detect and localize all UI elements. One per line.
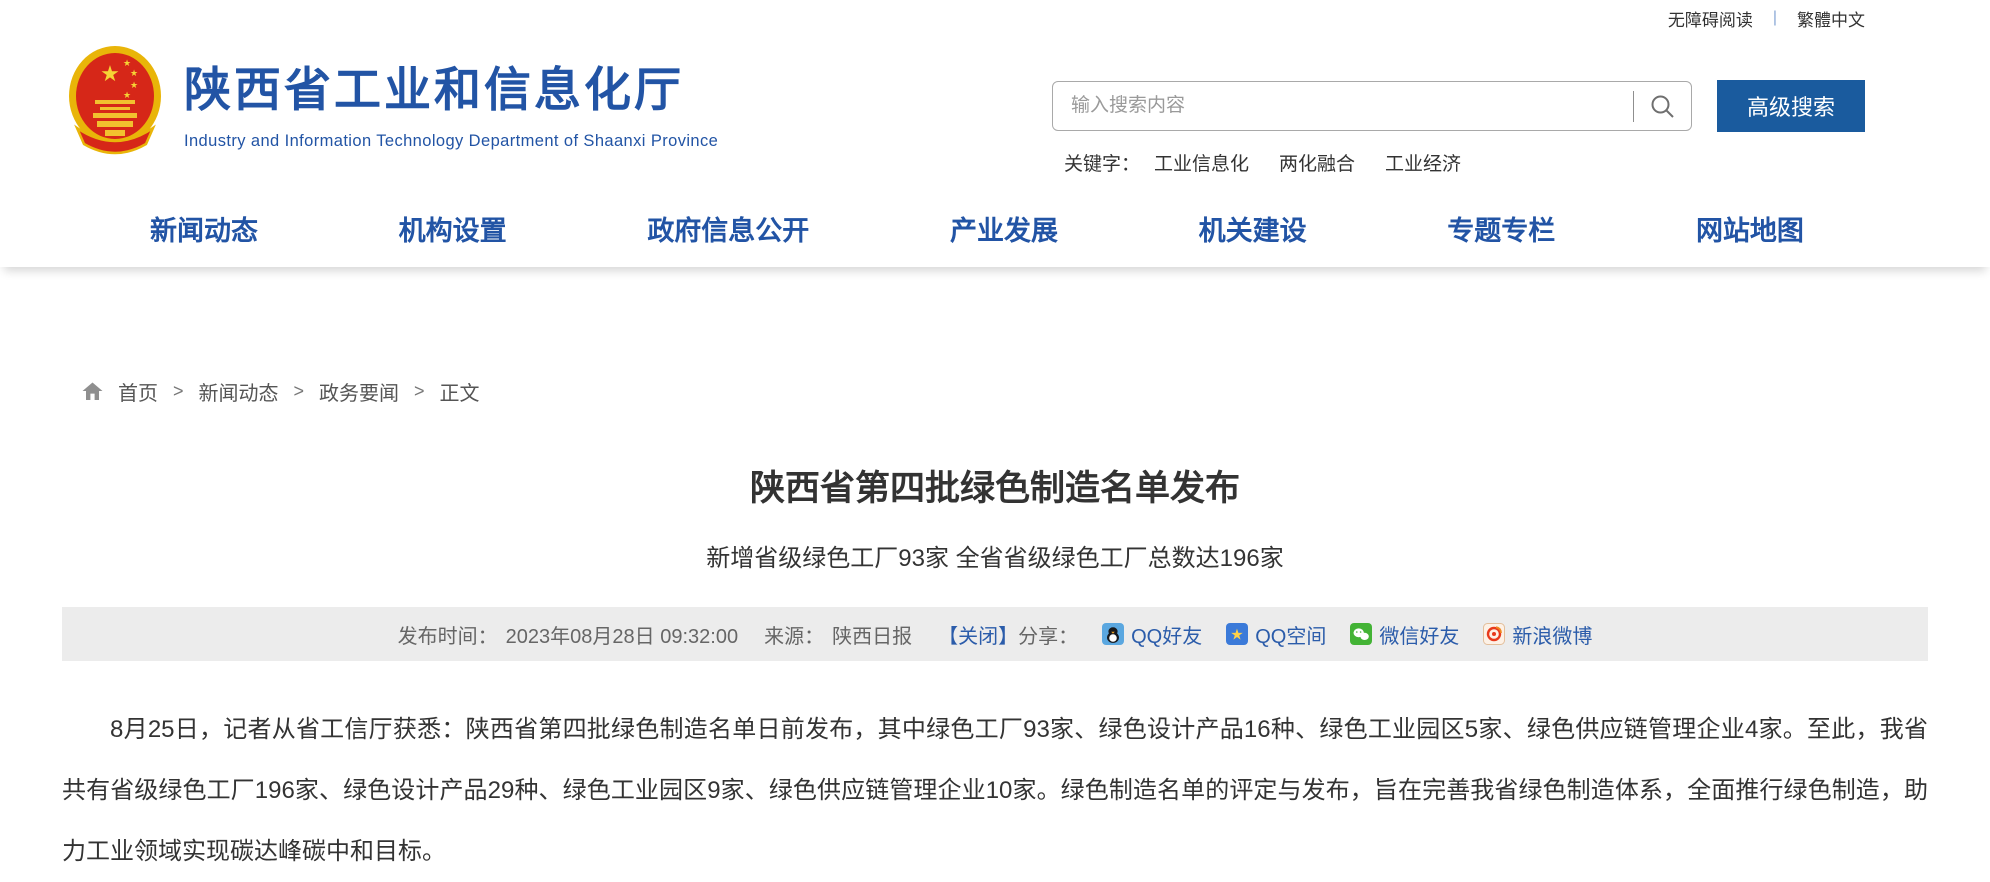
source-label: 来源： [764, 620, 824, 649]
home-icon [82, 382, 103, 401]
nav-item-sitemap[interactable]: 网站地图 [1696, 209, 1804, 248]
search-input[interactable] [1071, 83, 1626, 129]
svg-text:★: ★ [130, 80, 138, 90]
article-page: 首页 > 新闻动态 > 政务要闻 > 正文 陕西省第四批绿色制造名单发布 新增省… [0, 377, 1990, 882]
qzone-icon: ★ [1226, 623, 1248, 645]
weibo-icon [1483, 623, 1505, 645]
breadcrumb-home[interactable]: 首页 [118, 377, 158, 406]
nav-item-organization[interactable]: 机构设置 [399, 209, 507, 248]
search-divider [1633, 91, 1634, 122]
svg-text:★: ★ [123, 58, 131, 68]
nav-item-agency[interactable]: 机关建设 [1199, 209, 1307, 248]
site-header: ★ ★ ★ ★ ★ 陕西省工业和信息化厅 Industry and Inform… [0, 36, 1990, 180]
advanced-search-button[interactable]: 高级搜索 [1717, 80, 1865, 132]
keyword-link[interactable]: 工业经济 [1385, 149, 1461, 176]
keywords-label: 关键字： [1064, 149, 1140, 176]
svg-text:★: ★ [100, 61, 120, 86]
breadcrumb-gov-news[interactable]: 政务要闻 [319, 377, 399, 406]
main-nav: 新闻动态 机构设置 政府信息公开 产业发展 机关建设 专题专栏 网站地图 [0, 192, 1990, 267]
share-qzone[interactable]: ★ QQ空间 [1226, 620, 1326, 649]
share-weibo[interactable]: 新浪微博 [1483, 620, 1592, 649]
search-box [1052, 81, 1692, 131]
search-area: 高级搜索 关键字： 工业信息化 两化融合 工业经济 [1052, 80, 1865, 176]
article-meta-bar: 发布时间： 2023年08月28日 09:32:00 来源： 陕西日报 【关闭】… [62, 607, 1928, 661]
wechat-icon [1350, 623, 1372, 645]
search-icon[interactable] [1649, 93, 1676, 120]
svg-text:★: ★ [123, 90, 131, 100]
article-title: 陕西省第四批绿色制造名单发布 [62, 460, 1928, 511]
nav-item-gov-info[interactable]: 政府信息公开 [647, 209, 809, 248]
publish-time-label: 发布时间： [398, 620, 498, 649]
share-label: 分享： [1018, 620, 1078, 649]
qq-icon [1102, 623, 1124, 645]
traditional-chinese-link[interactable]: 繁體中文 [1797, 6, 1865, 31]
keyword-link[interactable]: 两化融合 [1279, 149, 1355, 176]
site-logo[interactable]: ★ ★ ★ ★ ★ 陕西省工业和信息化厅 Industry and Inform… [66, 44, 718, 158]
breadcrumb-separator: > [414, 381, 425, 402]
article-body: 8月25日，记者从省工信厅获悉：陕西省第四批绿色制造名单日前发布，其中绿色工厂9… [62, 699, 1928, 882]
share-wechat[interactable]: 微信好友 [1350, 620, 1459, 649]
site-titles: 陕西省工业和信息化厅 Industry and Information Tech… [184, 51, 718, 151]
utility-bar: 无障碍阅读 | 繁體中文 [0, 0, 1990, 36]
share-qq-friend[interactable]: QQ好友 [1102, 620, 1202, 649]
topbar-divider: | [1773, 9, 1777, 27]
search-keywords: 关键字： 工业信息化 两化融合 工业经济 [1052, 149, 1865, 176]
site-subtitle-english: Industry and Information Technology Depa… [184, 132, 718, 151]
breadcrumb-news[interactable]: 新闻动态 [199, 377, 279, 406]
nav-item-special[interactable]: 专题专栏 [1447, 209, 1555, 248]
close-button[interactable]: 【关闭】 [938, 620, 1018, 649]
breadcrumb-separator: > [294, 381, 305, 402]
accessibility-link[interactable]: 无障碍阅读 [1668, 6, 1753, 31]
breadcrumb: 首页 > 新闻动态 > 政务要闻 > 正文 [62, 377, 1928, 406]
breadcrumb-current: 正文 [440, 377, 480, 406]
site-title: 陕西省工业和信息化厅 [184, 51, 718, 120]
nav-item-industry[interactable]: 产业发展 [950, 209, 1058, 248]
keyword-link[interactable]: 工业信息化 [1154, 149, 1249, 176]
national-emblem-icon: ★ ★ ★ ★ ★ [66, 44, 164, 158]
article-subtitle: 新增省级绿色工厂93家 全省省级绿色工厂总数达196家 [62, 538, 1928, 573]
nav-item-news[interactable]: 新闻动态 [150, 209, 258, 248]
publish-time-value: 2023年08月28日 09:32:00 [506, 620, 738, 649]
source-value: 陕西日报 [832, 620, 912, 649]
svg-text:★: ★ [1230, 627, 1243, 644]
breadcrumb-separator: > [173, 381, 184, 402]
svg-text:★: ★ [130, 68, 138, 78]
